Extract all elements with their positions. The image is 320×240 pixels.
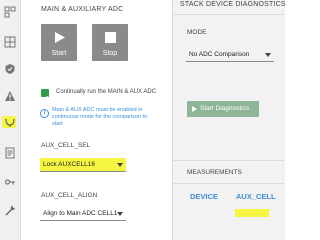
continuous-run-checkbox[interactable] — [41, 89, 49, 101]
chevron-down-icon — [117, 212, 123, 216]
dashboard-icon[interactable] — [4, 6, 16, 18]
document-icon[interactable] — [4, 147, 16, 159]
stop-button[interactable]: Stop — [92, 24, 128, 61]
start-button-label: Start — [51, 50, 67, 57]
aux-cell-align-value: Align to Main ADC CELL1 — [43, 210, 118, 217]
link-icon[interactable] — [4, 176, 16, 188]
info-message: Main & AUX ADC must be enabled in contin… — [52, 107, 148, 127]
column-header-aux-cell: AUX_CELL — [236, 192, 276, 201]
start-button[interactable]: Start — [41, 24, 77, 61]
aux-cell-align-label: AUX_CELL_ALIGN — [41, 192, 98, 199]
balance-icon[interactable] — [4, 116, 16, 128]
aux-cell-sel-value: Lock AUXCELL16 — [43, 161, 96, 168]
divider — [173, 183, 284, 184]
grid-icon[interactable] — [4, 36, 16, 48]
stop-button-label: Stop — [102, 50, 118, 57]
start-diagnostics-button[interactable]: Start Diagnostics — [187, 101, 259, 117]
divider — [173, 160, 284, 161]
chevron-down-icon — [117, 163, 123, 167]
start-diagnostics-label: Start Diagnostics — [200, 105, 250, 112]
aux-cell-sel-label: AUX_CELL_SEL — [41, 142, 91, 149]
warning-icon[interactable] — [4, 90, 16, 102]
play-icon — [192, 106, 197, 112]
left-sidebar — [0, 0, 21, 240]
chevron-down-icon — [265, 53, 271, 57]
continuous-run-label: Continually run the MAIN & AUX ADC — [56, 89, 157, 95]
diagnostics-panel — [172, 0, 285, 240]
section-title-adc: MAIN & AUXILIARY ADC — [41, 6, 124, 13]
wrench-icon[interactable] — [4, 204, 16, 216]
aux-cell-align-dropdown[interactable]: Align to Main ADC CELL1 — [40, 207, 126, 221]
check-icon — [42, 95, 48, 101]
measurements-label: MEASUREMENTS — [187, 169, 242, 176]
divider — [173, 14, 284, 15]
mode-label: MODE — [187, 29, 207, 36]
info-icon: i — [40, 109, 49, 118]
shield-icon[interactable] — [4, 63, 16, 75]
play-icon — [41, 31, 77, 44]
highlight-mark — [235, 209, 269, 217]
stop-icon — [92, 31, 128, 44]
column-header-device: DEVICE — [190, 192, 218, 201]
mode-dropdown[interactable]: No ADC Comparison — [186, 48, 274, 62]
aux-cell-sel-dropdown[interactable]: Lock AUXCELL16 — [40, 158, 126, 172]
mode-value: No ADC Comparison — [189, 51, 250, 58]
section-title-diagnostics: STACK DEVICE DIAGNOSTICS — [180, 1, 286, 8]
